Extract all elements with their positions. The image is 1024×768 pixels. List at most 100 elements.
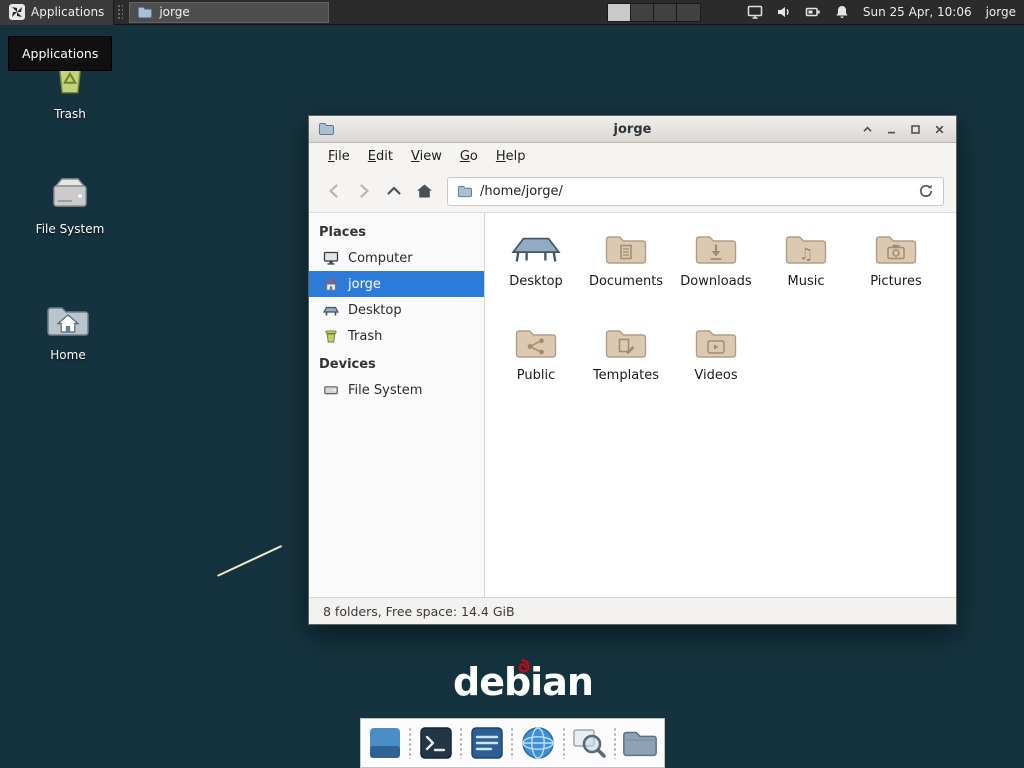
sidebar-item-jorge[interactable]: jorge (309, 271, 484, 297)
back-icon (325, 182, 343, 200)
file-item-label: Desktop (509, 274, 563, 289)
app-finder-launcher[interactable] (569, 723, 609, 763)
applications-menu-icon (9, 4, 25, 20)
web-browser-launcher[interactable] (518, 723, 558, 763)
file-item-label: Videos (694, 368, 737, 383)
menu-go[interactable]: Go (451, 145, 487, 168)
window-title: jorge (309, 122, 956, 137)
sidebar-item-label: File System (348, 383, 422, 398)
close-icon (934, 124, 945, 135)
dock-separator (562, 727, 566, 759)
sidebar-item-label: jorge (348, 277, 381, 292)
panel-handle (117, 4, 123, 20)
file-item-desktop[interactable]: Desktop (491, 225, 581, 313)
maximize-button[interactable] (909, 123, 922, 136)
trash-icon (323, 328, 339, 344)
up-button[interactable] (379, 177, 409, 205)
desktop-icon (323, 302, 339, 318)
file-item-label: Public (517, 368, 555, 383)
file-item-music[interactable]: ♫ Music (761, 225, 851, 313)
menu-view[interactable]: View (402, 145, 451, 168)
file-item-documents[interactable]: Documents (581, 225, 671, 313)
forward-icon (355, 182, 373, 200)
reload-icon[interactable] (918, 183, 934, 199)
shade-icon (862, 124, 873, 135)
iconbox (511, 225, 561, 269)
clock[interactable]: Sun 25 Apr, 10:06 (863, 5, 972, 19)
workspace-4[interactable] (677, 4, 700, 21)
file-grid: Desktop Documents (485, 213, 956, 597)
file-item-downloads[interactable]: Downloads (671, 225, 761, 313)
window-body: Places Computer jorge (309, 212, 956, 597)
titlebar[interactable]: jorge (309, 116, 956, 143)
documents-folder-icon (603, 231, 649, 269)
sidebar-item-computer[interactable]: Computer (309, 245, 484, 271)
file-manager-launcher[interactable] (620, 723, 660, 763)
sidebar-item-label: Computer (348, 251, 413, 266)
menu-file[interactable]: File (319, 145, 359, 168)
sidebar-item-file-system[interactable]: File System (309, 377, 484, 403)
applications-menu-button[interactable]: Applications (0, 0, 114, 25)
notifications-bell-icon[interactable] (834, 4, 850, 20)
sidebar-item-label: Desktop (348, 303, 402, 318)
web-browser-icon (519, 724, 557, 762)
harddrive-icon (46, 173, 94, 215)
display-icon[interactable] (747, 4, 763, 20)
location-bar[interactable]: /home/jorge/ (447, 177, 944, 206)
iconbox (603, 319, 649, 363)
system-tray (747, 4, 850, 20)
devices-header: Devices (309, 349, 484, 377)
iconbox: ♫ (783, 225, 829, 269)
desktop-settings-icon (366, 724, 404, 762)
menubar: File Edit View Go Help (309, 143, 956, 170)
iconbox (513, 319, 559, 363)
path-folder-icon (457, 184, 472, 199)
desktop-folder-icon (511, 229, 561, 269)
menu-help[interactable]: Help (487, 145, 535, 168)
computer-icon (323, 250, 339, 266)
desktop-icon-label: Home (50, 348, 85, 362)
sidebar-item-desktop[interactable]: Desktop (309, 297, 484, 323)
file-item-public[interactable]: Public (491, 319, 581, 407)
svg-text:♫: ♫ (799, 245, 813, 264)
sidebar-item-trash[interactable]: Trash (309, 323, 484, 349)
iconbox (693, 225, 739, 269)
user-menu[interactable]: jorge (986, 5, 1016, 19)
file-item-label: Pictures (870, 274, 921, 289)
home-button[interactable] (409, 177, 439, 205)
dock-separator (510, 727, 514, 759)
desktop-icon-home[interactable]: Home (18, 301, 118, 362)
music-folder-icon: ♫ (783, 231, 829, 269)
console-launcher[interactable] (467, 723, 507, 763)
file-manager-window: jorge File Edit View Go Help (308, 115, 957, 625)
taskbar-item-label: jorge (159, 5, 189, 19)
home-icon (323, 276, 339, 292)
terminal-launcher[interactable] (416, 723, 456, 763)
workspace-1[interactable] (608, 4, 631, 21)
file-item-videos[interactable]: Videos (671, 319, 761, 407)
close-button[interactable] (933, 123, 946, 136)
file-item-pictures[interactable]: Pictures (851, 225, 941, 313)
file-item-templates[interactable]: Templates (581, 319, 671, 407)
pictures-folder-icon (873, 231, 919, 269)
desktop-settings-launcher[interactable] (365, 723, 405, 763)
minimize-button[interactable] (885, 123, 898, 136)
statusbar: 8 folders, Free space: 14.4 GiB (309, 597, 956, 624)
workspace-3[interactable] (654, 4, 677, 21)
taskbar-item-jorge[interactable]: jorge (129, 2, 329, 23)
file-manager-icon (621, 726, 659, 760)
desktop-icon-file-system[interactable]: File System (20, 173, 120, 236)
forward-button[interactable] (349, 177, 379, 205)
back-button[interactable] (319, 177, 349, 205)
menu-edit[interactable]: Edit (359, 145, 402, 168)
workspace-2[interactable] (631, 4, 654, 21)
templates-folder-icon (603, 325, 649, 363)
volume-icon[interactable] (776, 4, 792, 20)
battery-icon[interactable] (805, 4, 821, 20)
maximize-icon (910, 124, 921, 135)
shade-button[interactable] (861, 123, 874, 136)
iconbox (603, 225, 649, 269)
toolbar: /home/jorge/ (309, 170, 956, 212)
path-text: /home/jorge/ (480, 184, 910, 199)
desktop-artifact-line (217, 545, 282, 577)
